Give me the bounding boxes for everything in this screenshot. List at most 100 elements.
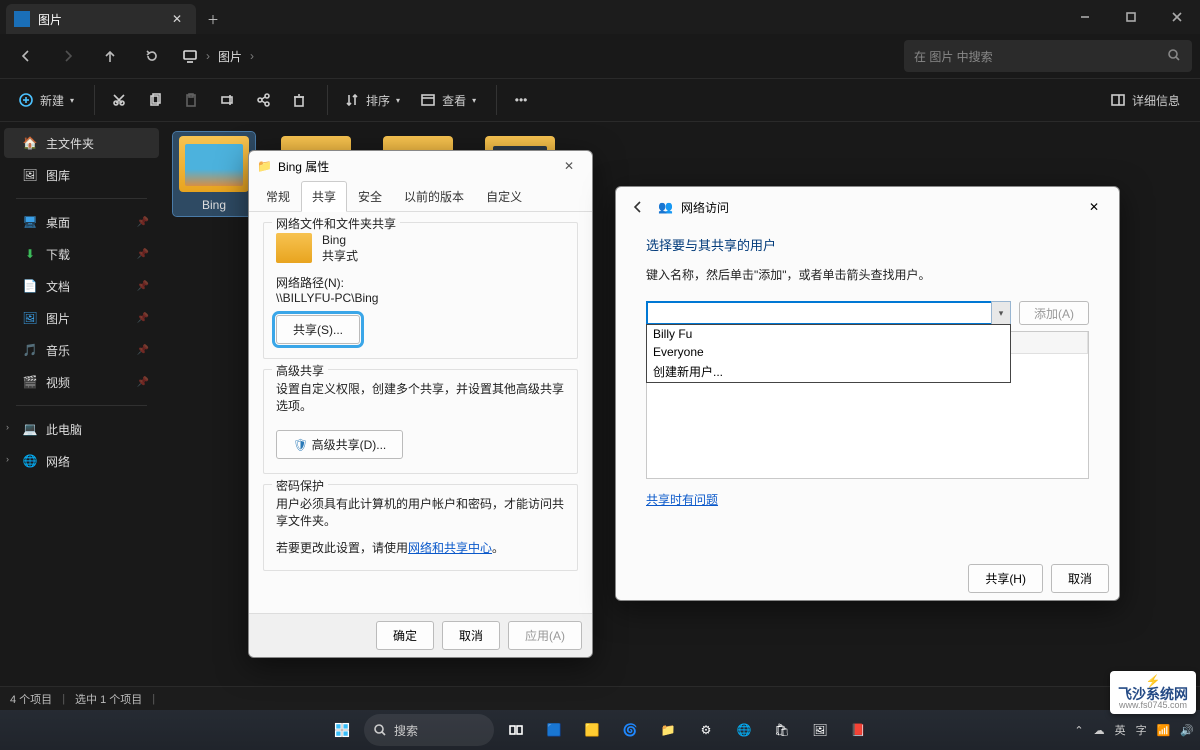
- share-button[interactable]: [247, 84, 279, 116]
- store-taskbar[interactable]: 🛍: [766, 714, 798, 746]
- search-icon: [1166, 47, 1182, 66]
- network-center-link[interactable]: 网络和共享中心: [408, 541, 492, 555]
- taskbar-app[interactable]: 📕: [842, 714, 874, 746]
- close-button[interactable]: [1154, 0, 1200, 34]
- back-button[interactable]: [8, 40, 44, 72]
- sidebar-separator: [16, 405, 147, 406]
- rename-button[interactable]: [211, 84, 243, 116]
- sidebar-item-pictures[interactable]: 🖼图片📌: [4, 303, 159, 333]
- file-explorer-taskbar[interactable]: 📁: [652, 714, 684, 746]
- sidebar-item-downloads[interactable]: ⬇下载📌: [4, 239, 159, 269]
- sidebar-item-documents[interactable]: 📄文档📌: [4, 271, 159, 301]
- ok-button[interactable]: 确定: [376, 621, 434, 650]
- trash-icon: [291, 92, 307, 108]
- sidebar-item-music[interactable]: 🎵音乐📌: [4, 335, 159, 365]
- cancel-button[interactable]: 取消: [442, 621, 500, 650]
- new-tab-button[interactable]: ＋: [196, 4, 230, 34]
- trouble-sharing-link[interactable]: 共享时有问题: [646, 491, 718, 508]
- advanced-sharing-button[interactable]: 🛡 高级共享(D)...: [276, 430, 403, 459]
- close-button[interactable]: ✕: [554, 152, 584, 180]
- search-placeholder: 在 图片 中搜索: [914, 48, 993, 65]
- settings-taskbar[interactable]: ⚙: [690, 714, 722, 746]
- desktop-icon: 🖥: [22, 214, 38, 230]
- tab-security[interactable]: 安全: [347, 181, 393, 211]
- taskbar: 搜索 🟦 🟨 🌀 📁 ⚙ 🌐 🛍 🖼 📕 ⌃ ☁ 英 字 📶 🔊: [0, 710, 1200, 750]
- delete-button[interactable]: [283, 84, 315, 116]
- tab-sharing[interactable]: 共享: [301, 181, 347, 212]
- up-button[interactable]: [92, 40, 128, 72]
- taskbar-app[interactable]: 🖼: [804, 714, 836, 746]
- more-button[interactable]: •••: [505, 84, 537, 116]
- sidebar-item-gallery[interactable]: 🖼图库: [4, 160, 159, 190]
- view-button[interactable]: 查看 ▾: [412, 84, 484, 116]
- taskbar-app[interactable]: 🌀: [614, 714, 646, 746]
- header-title: 网络访问: [681, 199, 729, 216]
- user-input[interactable]: [646, 301, 1011, 325]
- task-view-button[interactable]: [500, 714, 532, 746]
- close-button[interactable]: ✕: [1079, 193, 1109, 221]
- breadcrumb-segment[interactable]: 图片: [218, 48, 242, 65]
- dropdown-arrow-button[interactable]: ▾: [991, 301, 1011, 325]
- details-label: 详细信息: [1132, 92, 1180, 109]
- ime-indicator[interactable]: 英: [1115, 722, 1126, 738]
- tray-chevron-up-icon[interactable]: ⌃: [1074, 724, 1083, 737]
- sidebar-label: 视频: [46, 374, 70, 391]
- sidebar-label: 文档: [46, 278, 70, 295]
- volume-tray-icon[interactable]: 🔊: [1180, 724, 1194, 737]
- sidebar-label: 桌面: [46, 214, 70, 231]
- edge-taskbar[interactable]: 🌐: [728, 714, 760, 746]
- details-pane-toggle[interactable]: 详细信息: [1100, 92, 1190, 109]
- paste-button[interactable]: [175, 84, 207, 116]
- properties-dialog: 📁 Bing 属性 ✕ 常规 共享 安全 以前的版本 自定义 网络文件和文件夹共…: [248, 150, 593, 658]
- monitor-icon: [182, 48, 198, 64]
- sidebar-label: 主文件夹: [46, 135, 94, 152]
- dropdown-option[interactable]: 创建新用户...: [647, 361, 1010, 382]
- widgets-button[interactable]: 🟦: [538, 714, 570, 746]
- tab-previous-versions[interactable]: 以前的版本: [393, 181, 475, 211]
- back-button[interactable]: [626, 199, 650, 215]
- taskbar-search[interactable]: 搜索: [364, 714, 494, 746]
- pc-icon: 💻: [22, 421, 38, 437]
- taskbar-app[interactable]: 🟨: [576, 714, 608, 746]
- address-bar[interactable]: › 图片 ›: [182, 48, 254, 65]
- tab-close-button[interactable]: ✕: [168, 10, 186, 28]
- chevron-right-icon: ›: [6, 454, 9, 464]
- onedrive-tray-icon[interactable]: ☁: [1094, 724, 1105, 737]
- start-button[interactable]: [326, 714, 358, 746]
- group-title: 高级共享: [272, 362, 328, 379]
- folder-icon: [179, 136, 249, 192]
- ime-mode[interactable]: 字: [1136, 722, 1147, 738]
- sidebar-item-home[interactable]: 🏠主文件夹: [4, 128, 159, 158]
- folder-item[interactable]: Bing: [173, 132, 255, 216]
- search-input[interactable]: 在 图片 中搜索: [904, 40, 1192, 72]
- tab-pictures[interactable]: 图片 ✕: [6, 4, 196, 34]
- sidebar-label: 图片: [46, 310, 70, 327]
- maximize-button[interactable]: [1108, 0, 1154, 34]
- share-confirm-button[interactable]: 共享(H): [968, 564, 1043, 593]
- cut-button[interactable]: [103, 84, 135, 116]
- copy-button[interactable]: [139, 84, 171, 116]
- apply-button[interactable]: 应用(A): [508, 621, 582, 650]
- documents-icon: 📄: [22, 278, 38, 294]
- sort-label: 排序: [366, 92, 390, 109]
- sidebar-item-desktop[interactable]: 🖥桌面📌: [4, 207, 159, 237]
- network-tray-icon[interactable]: 📶: [1157, 724, 1171, 737]
- minimize-button[interactable]: [1062, 0, 1108, 34]
- dialog-titlebar[interactable]: 📁 Bing 属性 ✕: [249, 151, 592, 181]
- dropdown-option[interactable]: Billy Fu: [647, 325, 1010, 343]
- forward-button[interactable]: [50, 40, 86, 72]
- sidebar-item-videos[interactable]: 🎬视频📌: [4, 367, 159, 397]
- sidebar-item-network[interactable]: ›🌐网络: [4, 446, 159, 476]
- share-button[interactable]: 共享(S)...: [276, 315, 360, 344]
- cancel-button[interactable]: 取消: [1051, 564, 1109, 593]
- add-button[interactable]: 添加(A): [1019, 301, 1089, 325]
- sort-button[interactable]: 排序 ▾: [336, 84, 408, 116]
- refresh-button[interactable]: [134, 40, 170, 72]
- sidebar-item-thispc[interactable]: ›💻此电脑: [4, 414, 159, 444]
- tab-general[interactable]: 常规: [255, 181, 301, 211]
- dialog-title: Bing 属性: [278, 158, 329, 175]
- dropdown-option[interactable]: Everyone: [647, 343, 1010, 361]
- new-button[interactable]: 新建 ▾: [10, 84, 82, 116]
- network-icon: 🌐: [22, 453, 38, 469]
- tab-customize[interactable]: 自定义: [475, 181, 533, 211]
